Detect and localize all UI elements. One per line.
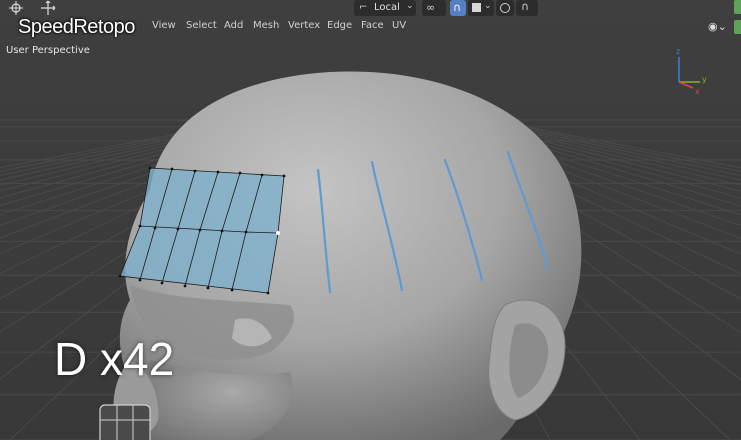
- transform-orientation-dropdown[interactable]: ⌐ Local ⌄: [354, 0, 416, 16]
- gizmo-y-label: y: [702, 75, 707, 84]
- snap-toggle[interactable]: ∩: [450, 0, 466, 16]
- header-menu-view[interactable]: View: [152, 20, 176, 31]
- proportional-edit-icon: [500, 3, 510, 13]
- view-perspective-label: User Perspective: [6, 45, 90, 56]
- pivot-dropdown[interactable]: ∞: [422, 0, 446, 16]
- header-menu-add[interactable]: Add: [224, 20, 243, 31]
- falloff-dropdown[interactable]: ∩: [516, 0, 538, 16]
- gizmo-x-label: x: [695, 87, 700, 96]
- overlay-title: SpeedRetopo: [18, 16, 135, 38]
- header-menu-face[interactable]: Face: [361, 20, 384, 31]
- cursor-tool-icon[interactable]: [8, 0, 24, 16]
- chevron-down-icon: ⌄: [406, 1, 414, 11]
- header-menu-select[interactable]: Select: [186, 20, 217, 31]
- orientation-value: Local: [374, 2, 400, 13]
- overlay-toggle-icon[interactable]: [734, 20, 741, 34]
- snap-face-icon: [472, 3, 481, 12]
- navigation-widget[interactable]: [99, 404, 151, 440]
- header-menu-vertex[interactable]: Vertex: [288, 20, 320, 31]
- link-icon: ∞: [426, 1, 436, 14]
- 3d-viewport[interactable]: z y x ⌐ Local ⌄ ∞ ∩ ⌄ ∩ ◉⌄ View Select A…: [0, 0, 741, 440]
- key-press-counter: D x42: [54, 333, 175, 385]
- magnet-icon: ∩: [453, 1, 462, 14]
- overlay-toggle-icon[interactable]: [734, 0, 741, 14]
- header-menu-mesh[interactable]: Mesh: [253, 20, 279, 31]
- move-tool-icon[interactable]: [40, 0, 56, 16]
- orientation-icon: ⌐: [359, 2, 368, 13]
- snap-target-dropdown[interactable]: ⌄: [468, 0, 494, 16]
- visibility-icon[interactable]: ◉⌄: [708, 20, 730, 34]
- chevron-down-icon: ⌄: [484, 1, 492, 11]
- active-vertex: [276, 231, 280, 235]
- header-menu-uv[interactable]: UV: [392, 20, 406, 31]
- gizmo-z-label: z: [676, 47, 680, 56]
- proportional-edit-toggle[interactable]: [496, 0, 514, 16]
- falloff-curve-icon: ∩: [521, 0, 530, 13]
- header-menu-edge[interactable]: Edge: [327, 20, 352, 31]
